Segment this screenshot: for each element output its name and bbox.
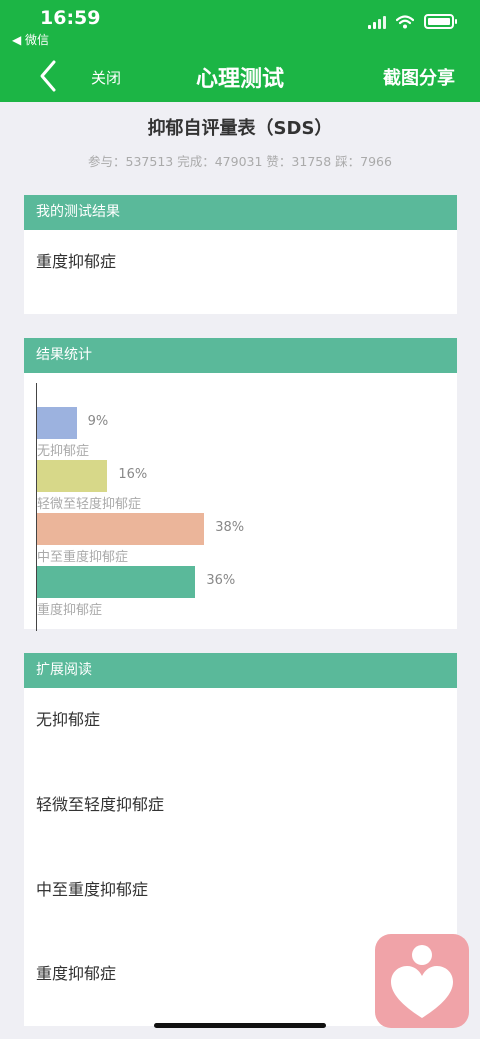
chart-bar xyxy=(37,407,77,439)
result-chart: 9% 无抑郁症 16% 轻微至轻度抑郁症 38% 中至重度抑郁症 36% 重度抑郁症 xyxy=(24,373,457,631)
statistics-header: 结果统计 xyxy=(24,338,457,373)
statistics-card: 结果统计 9% 无抑郁症 16% 轻微至轻度抑郁症 38% 中至重度抑郁症 36% 重度抑郁症 xyxy=(24,338,457,631)
my-result-header: 我的测试结果 xyxy=(24,195,457,230)
close-button[interactable]: 关闭 xyxy=(91,67,121,88)
signal-icon xyxy=(368,15,386,29)
test-title: 抑郁自评量表（SDS） xyxy=(147,118,333,139)
chart-bar xyxy=(37,566,196,598)
back-arrow-icon[interactable] xyxy=(34,58,62,94)
chart-category-label: 重度抑郁症 xyxy=(37,603,103,618)
wifi-icon xyxy=(396,14,414,28)
my-result-card: 我的测试结果 重度抑郁症 xyxy=(24,195,457,314)
chart-category-label: 无抑郁症 xyxy=(37,444,90,459)
chart-value-label: 36% xyxy=(206,573,236,588)
heart-person-icon xyxy=(391,945,453,1018)
chart-value-label: 38% xyxy=(215,520,245,535)
status-icons xyxy=(368,14,457,29)
my-result-text: 重度抑郁症 xyxy=(36,252,117,271)
top-bar: 16:59 ◀ 微信 关闭 心理测试 截图分享 xyxy=(0,0,480,102)
chart-category-label: 中至重度抑郁症 xyxy=(37,550,129,565)
back-to-app-link[interactable]: ◀ 微信 xyxy=(12,31,49,48)
chart-bar xyxy=(37,513,205,545)
reading-item-no-depression[interactable]: 无抑郁症 xyxy=(36,706,100,730)
test-stats: 参与：537513 完成：479031 赞：31758 踩：7966 xyxy=(88,154,392,169)
reading-item-moderate-depression[interactable]: 中至重度抑郁症 xyxy=(36,876,148,900)
chart-bar xyxy=(37,460,108,492)
battery-icon xyxy=(424,14,457,29)
chart-value-label: 9% xyxy=(87,414,109,429)
reading-header: 扩展阅读 xyxy=(24,653,457,688)
screenshot-share-button[interactable]: 截图分享 xyxy=(383,64,455,90)
home-indicator xyxy=(154,1023,326,1028)
chart-category-label: 轻微至轻度抑郁症 xyxy=(37,497,142,512)
reading-item-mild-depression[interactable]: 轻微至轻度抑郁症 xyxy=(36,791,164,815)
heart-float-button[interactable] xyxy=(375,934,469,1028)
chart-value-label: 16% xyxy=(118,467,148,482)
status-time: 16:59 xyxy=(40,7,101,29)
reading-item-severe-depression[interactable]: 重度抑郁症 xyxy=(36,960,116,984)
